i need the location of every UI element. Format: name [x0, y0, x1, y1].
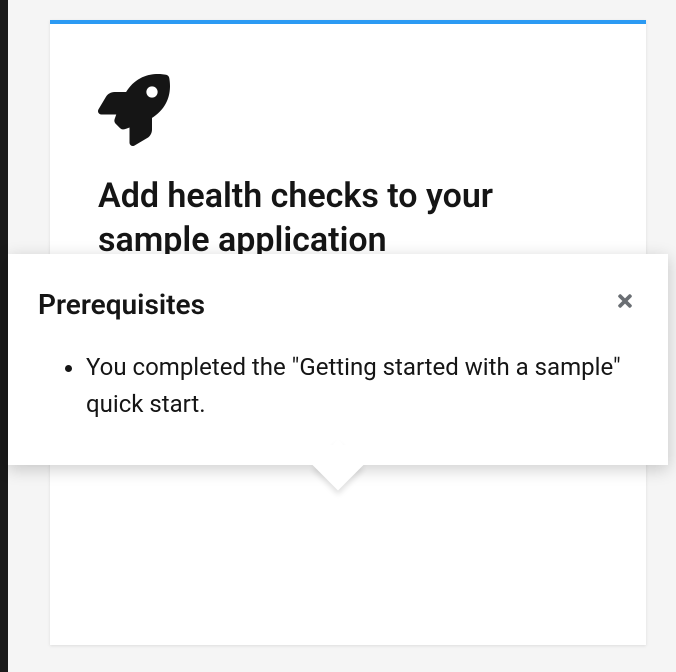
- card-title: Add health checks to your sample applica…: [98, 174, 598, 262]
- popover-close-button[interactable]: [612, 288, 638, 314]
- prerequisites-popover: Prerequisites You completed the "Getting…: [8, 254, 668, 465]
- close-icon: [615, 291, 635, 311]
- popover-title: Prerequisites: [38, 288, 205, 321]
- prerequisites-list: You completed the "Getting started with …: [38, 349, 638, 423]
- prerequisite-item: You completed the "Getting started with …: [86, 349, 638, 423]
- rocket-icon: [98, 74, 170, 146]
- left-dark-bar: [0, 0, 8, 672]
